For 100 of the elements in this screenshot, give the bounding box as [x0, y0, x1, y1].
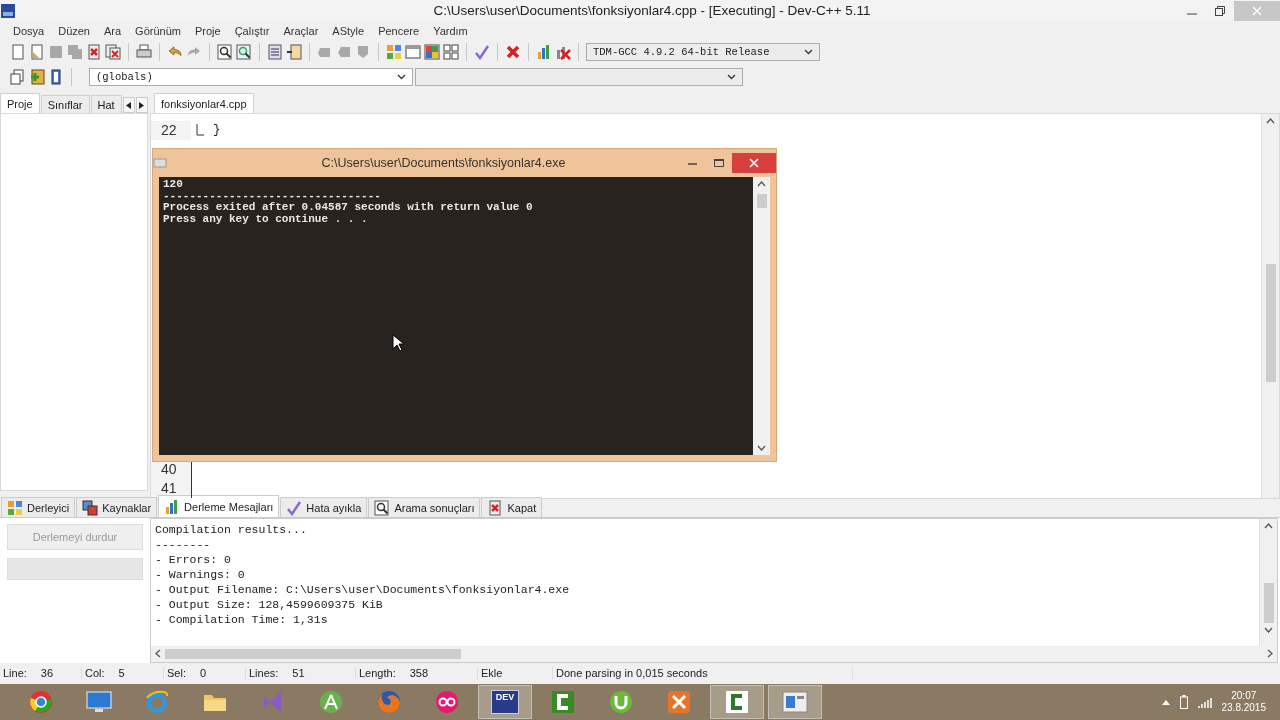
close-icon[interactable] [749, 158, 759, 168]
output-tab[interactable]: Hata ayıkla [280, 497, 368, 518]
scroll-left-button[interactable] [122, 97, 135, 114]
scrollbar-thumb[interactable] [165, 648, 461, 659]
output-tab[interactable]: Arama sonuçları [368, 497, 481, 518]
console-line: Press any key to continue . . . [163, 213, 369, 225]
search-icon[interactable] [217, 44, 233, 61]
menu-item[interactable]: Yardım [426, 24, 475, 37]
scrollbar-thumb[interactable] [1263, 583, 1274, 624]
panel-tab[interactable]: Hat [90, 95, 122, 114]
close-file-icon[interactable] [86, 44, 102, 61]
taskbar-button[interactable] [710, 685, 764, 720]
status-label: Line: [3, 667, 27, 680]
status-value: 51 [292, 667, 305, 680]
new-file-icon[interactable] [10, 44, 26, 61]
output-tab[interactable]: Derleme Mesajları [158, 495, 280, 518]
taskbar-button[interactable] [768, 685, 822, 720]
taskbar-button[interactable]: DEV [478, 685, 532, 720]
browser-icon [377, 690, 401, 715]
panel-tab[interactable]: Proje [0, 93, 40, 114]
compile-icon[interactable] [386, 44, 402, 61]
console-title: C:\Users\user\Documents\fonksiyonlar4.exe [320, 156, 567, 170]
menu-item[interactable]: Düzen [51, 24, 97, 37]
class-icon[interactable] [10, 69, 26, 86]
close-all-icon[interactable] [105, 44, 121, 61]
menu-item[interactable]: Pencere [371, 24, 427, 37]
bar-chart-icon[interactable] [536, 44, 552, 61]
checkmark-icon [286, 499, 303, 516]
browser-icon [145, 690, 169, 715]
log-line: - Output Size: 128,4599609375 KiB [155, 597, 384, 613]
signal-icon [1197, 696, 1212, 709]
left-arrow-icon [126, 101, 132, 109]
menu-item[interactable]: Araçlar [276, 24, 326, 37]
tray-arrow-icon [1161, 699, 1170, 706]
console-line: --------------------------------- [163, 190, 382, 202]
status-label: Lines: [249, 667, 279, 680]
replace-icon[interactable] [236, 44, 252, 61]
unindent-icon[interactable] [286, 44, 302, 61]
log-line: - Errors: 0 [155, 552, 232, 568]
line-number: 22 [151, 121, 191, 140]
output-tab[interactable]: Kapat [481, 497, 543, 518]
menu-item[interactable]: Görünüm [128, 24, 188, 37]
clock-date: 23.8.2015 [1221, 702, 1266, 715]
status-label: Length: [359, 667, 396, 680]
status-label: Ekle [481, 667, 503, 680]
panel-tab[interactable]: Sınıflar [40, 95, 90, 114]
output-tab[interactable]: Kaynaklar [76, 497, 158, 518]
mouse-cursor-icon [392, 334, 404, 352]
chart-cross-icon[interactable] [555, 44, 571, 61]
menu-item[interactable]: Proje [187, 24, 228, 37]
log-line: - Warnings: 0 [155, 567, 246, 583]
window-icon[interactable] [405, 44, 421, 61]
status-label: Col: [85, 667, 105, 680]
status-label: Done parsing in 0,015 seconds [556, 667, 708, 680]
editor-tab[interactable]: fonksiyonlar4.cpp [154, 93, 254, 114]
console-line: Process exited after 0.04587 seconds with return value 0 [163, 202, 534, 214]
log-line: - Output Filename: C:\Users\user\Documents\fonksiyonlar4.exe [155, 582, 571, 598]
window-icon [782, 691, 808, 714]
bracket-logo-icon [725, 690, 749, 715]
stacked-windows-icon [82, 499, 99, 516]
cross-icon[interactable] [505, 44, 521, 61]
add-class-icon[interactable] [29, 69, 45, 86]
compiler-select[interactable]: TDM-GCC 4.9.2 64-bit Release [586, 43, 820, 62]
restore-icon[interactable] [1215, 5, 1225, 16]
log-line: -------- [155, 537, 212, 553]
monitor-icon [85, 690, 113, 715]
log-line: - Compilation Time: 1,31s [155, 612, 329, 628]
dots-icon [435, 690, 459, 715]
save-icon[interactable] [48, 44, 64, 61]
grid-icon[interactable] [443, 44, 459, 61]
android-icon [319, 690, 343, 715]
function-select[interactable] [415, 68, 743, 87]
open-file-icon[interactable] [29, 44, 45, 61]
scope-select[interactable]: (globals) [89, 68, 413, 87]
dropdown-caret-icon [804, 49, 813, 56]
app-logo-icon [0, 2, 16, 19]
status-value: 5 [118, 667, 125, 680]
fold-end-icon [196, 124, 204, 137]
browser-icon [29, 690, 53, 715]
dropdown-caret-icon [397, 74, 406, 81]
save-all-icon[interactable] [67, 44, 83, 61]
menu-item[interactable]: Ara [97, 24, 129, 37]
window-title: C:\Users\user\Documents\fonksiyonlar4.cpp - [Executing] - Dev-C++ 5.11 [432, 3, 872, 19]
code-line: } [213, 123, 221, 138]
scroll-right-button[interactable] [135, 97, 148, 114]
print-icon[interactable] [136, 44, 152, 61]
scrollbar-thumb[interactable] [756, 194, 767, 208]
dropdown-caret-icon [727, 74, 736, 81]
menu-item[interactable]: Çalıştır [227, 24, 277, 37]
menu-item[interactable]: Dosya [6, 24, 52, 37]
shield-icon[interactable] [355, 44, 371, 61]
close-file-icon [487, 499, 504, 516]
run-icon[interactable] [424, 44, 440, 61]
menu-item[interactable]: AStyle [325, 24, 372, 37]
checkmark-icon[interactable] [474, 44, 490, 61]
scrollbar-thumb[interactable] [1265, 264, 1276, 383]
maximize-icon[interactable] [714, 158, 724, 168]
output-tab[interactable]: Derleyici [1, 497, 76, 518]
dev-app-icon: DEV [491, 690, 519, 715]
status-value: 0 [199, 667, 207, 680]
